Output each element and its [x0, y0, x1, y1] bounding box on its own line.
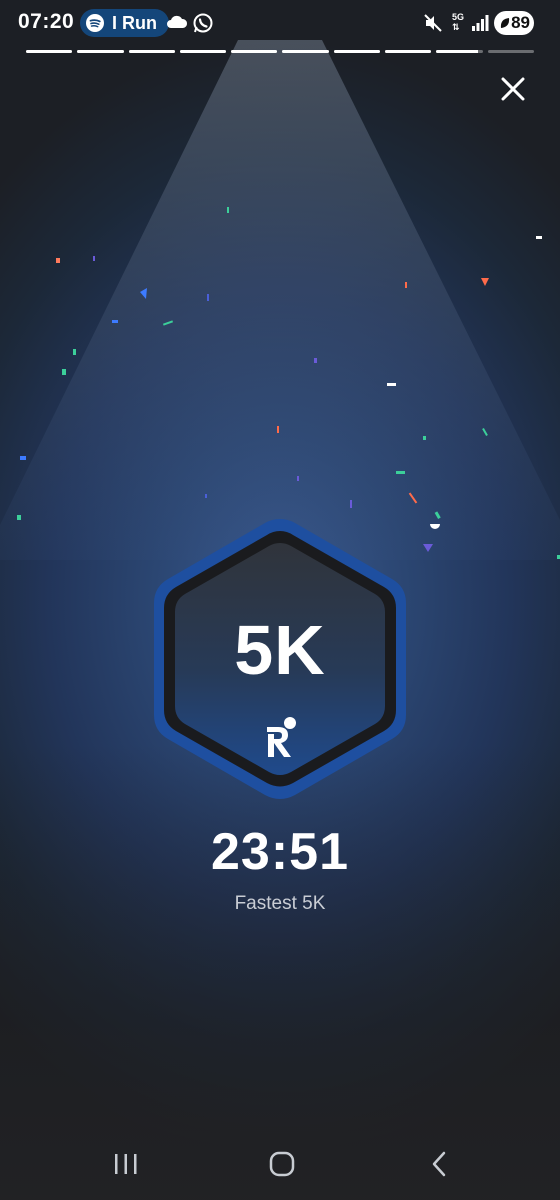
story-progress-fill: [385, 50, 432, 53]
story-progress-segment: [179, 50, 227, 53]
story-progress-fill: [77, 50, 124, 53]
media-app-label: I Run: [112, 12, 157, 33]
battery-icon: 89: [494, 11, 534, 35]
home-button[interactable]: [268, 1150, 296, 1178]
status-bar: 07:20 I Run 5G ⇅ 89: [0, 0, 560, 48]
media-pill[interactable]: I Run: [80, 9, 169, 37]
story-progress-segment: [26, 50, 73, 53]
signal-icon: [472, 15, 489, 31]
story-screen: 07:20 I Run 5G ⇅ 89 5K 23:51 Fastest 5K: [0, 0, 560, 1200]
story-progress-segment: [487, 50, 534, 53]
back-button[interactable]: [428, 1150, 452, 1178]
story-progress-fill: [436, 50, 479, 53]
story-progress-fill: [179, 50, 227, 53]
network-type: 5G ⇅: [452, 12, 465, 32]
story-progress-fill: [231, 50, 278, 53]
home-icon: [269, 1151, 295, 1177]
battery-level: 89: [511, 13, 530, 32]
story-progress-segment: [282, 50, 329, 53]
navigation-bar: [0, 1130, 560, 1200]
confetti: [17, 207, 560, 559]
result-time: 23:51: [211, 823, 349, 881]
story-progress-fill: [128, 50, 175, 53]
status-time: 07:20: [18, 10, 75, 33]
story-progress-fill: [333, 50, 381, 53]
story-progress-segment: [333, 50, 381, 53]
close-icon: [501, 77, 525, 101]
runner-logo-icon: [267, 717, 296, 757]
story-progress-segment: [231, 50, 278, 53]
recents-icon: [115, 1154, 137, 1174]
battery-saver-leaf-icon: [500, 18, 510, 28]
cloud-icon: [167, 15, 188, 28]
spotify-icon: [86, 14, 104, 32]
story-progress-fill: [282, 50, 329, 53]
back-icon: [432, 1151, 446, 1177]
close-button[interactable]: [496, 72, 530, 106]
story-progress-segment: [436, 50, 483, 53]
mute-icon: [424, 14, 442, 32]
badge-title: 5K: [234, 611, 326, 689]
whatsapp-icon: [193, 13, 213, 33]
story-progress-segment: [128, 50, 175, 53]
recents-button[interactable]: [112, 1150, 140, 1178]
story-progress-segment: [385, 50, 432, 53]
confetti-pieces: [17, 207, 560, 559]
story-progress-segment: [77, 50, 124, 53]
result-label: Fastest 5K: [234, 893, 326, 914]
story-progress-bar: [26, 50, 534, 53]
story-progress-fill: [26, 50, 73, 53]
